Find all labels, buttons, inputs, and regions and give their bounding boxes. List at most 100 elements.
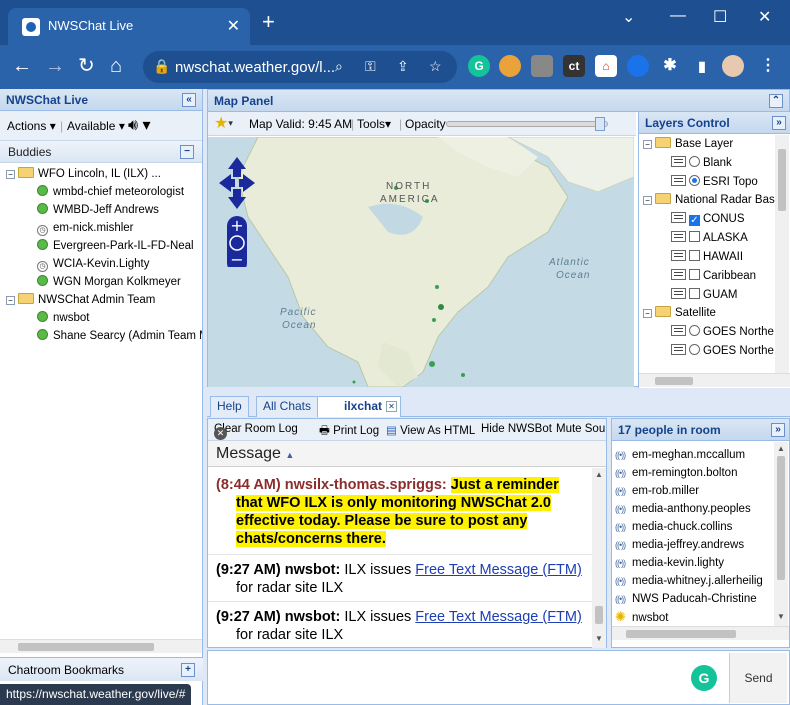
share-icon[interactable]: ⇪ — [397, 58, 409, 75]
layer-caribbean[interactable]: Caribbean — [671, 267, 756, 285]
layer-guam[interactable]: GUAM — [671, 286, 738, 304]
collapse-roster-icon[interactable]: » — [771, 423, 785, 437]
search-icon[interactable]: ⌕ — [335, 58, 343, 75]
checkbox-guam[interactable] — [689, 288, 700, 299]
layer-folder-radar[interactable]: − National Radar Base — [643, 191, 775, 209]
checkbox-caribbean[interactable] — [689, 269, 700, 280]
opacity-slider[interactable] — [446, 117, 608, 131]
roster-person[interactable]: ((•)) media-chuck.collins — [615, 518, 732, 536]
clear-room-log-button[interactable]: ✕ Clear Room Log — [214, 423, 298, 440]
collapse-icon[interactable]: − — [643, 196, 652, 205]
roster-person[interactable]: ((•)) em-rob.miller — [615, 482, 699, 500]
pan-up-icon[interactable] — [228, 157, 246, 177]
buddy-item[interactable]: ◷ WCIA-Kevin.Lighty — [37, 255, 150, 273]
radio-goes-2[interactable] — [689, 344, 700, 355]
message-column-header[interactable]: Message ▲ — [208, 441, 606, 467]
forward-icon[interactable]: → — [45, 54, 65, 78]
map-view[interactable]: NORTH AMERICA Atlantic Ocean Pacific Oce… — [208, 137, 634, 387]
layer-goes-2[interactable]: GOES Northe — [671, 342, 774, 360]
layer-folder-satellite[interactable]: − Satellite — [643, 304, 716, 322]
group-wfo-lincoln[interactable]: − WFO Lincoln, IL (ILX) ... — [6, 165, 161, 183]
house-extension-icon[interactable]: ⌂ — [595, 55, 617, 77]
roster-person[interactable]: ((•)) NWS Paducah-Christine — [615, 590, 757, 608]
tab-help[interactable]: Help — [210, 396, 249, 417]
layer-esri-topo[interactable]: ESRI Topo — [671, 173, 758, 191]
close-window-button[interactable]: ✕ — [758, 7, 771, 27]
scroll-thumb[interactable] — [777, 456, 785, 580]
message-vscrollbar[interactable]: ▲ ▼ — [592, 468, 606, 648]
send-button[interactable]: Send — [729, 653, 787, 703]
layer-goes-1[interactable]: GOES Northe — [671, 323, 774, 341]
layer-hawaii[interactable]: HAWAII — [671, 248, 743, 266]
profile-avatar[interactable] — [722, 55, 744, 77]
key-icon[interactable]: ⚿ — [365, 58, 376, 75]
minimize-button[interactable]: — — [670, 7, 686, 25]
actions-menu[interactable]: Actions ▾ — [7, 119, 56, 133]
opacity-slider-thumb[interactable] — [595, 117, 605, 131]
layer-blank[interactable]: Blank — [671, 154, 732, 172]
buddy-item[interactable]: wmbd-chief meteorologist — [37, 183, 184, 201]
buddy-item[interactable]: ◷ em-nick.mishler — [37, 219, 134, 237]
roster-person[interactable]: ((•)) media-kevin.lighty — [615, 554, 724, 572]
roster-person[interactable]: ((•)) em-meghan.mccallum — [615, 446, 745, 464]
expand-bookmarks-icon[interactable]: + — [181, 663, 195, 677]
checkbox-conus[interactable]: ✓ — [689, 215, 700, 226]
ct-extension-icon[interactable]: ct — [563, 55, 585, 77]
layer-conus[interactable]: ✓ CONUS — [671, 210, 745, 228]
scroll-thumb[interactable] — [655, 377, 693, 385]
scroll-thumb[interactable] — [778, 149, 786, 211]
volume-icon[interactable]: 🔊︎ ▾ — [128, 115, 151, 135]
scroll-thumb[interactable] — [626, 630, 736, 638]
roster-person[interactable]: ((•)) em-remington.bolton — [615, 464, 737, 482]
roster-person[interactable]: ✺ nwsbot — [615, 608, 668, 626]
pan-right-icon[interactable] — [239, 174, 255, 192]
grammarly-icon[interactable]: G — [691, 665, 717, 691]
layers-vscrollbar[interactable] — [775, 135, 789, 373]
tab-search-icon[interactable]: ⌄ — [622, 7, 635, 27]
maximize-button[interactable]: ☐ — [713, 7, 727, 27]
collapse-icon[interactable]: − — [6, 170, 15, 179]
tools-menu[interactable]: Tools▾ — [357, 117, 391, 131]
collapse-layers-icon[interactable]: » — [772, 116, 786, 130]
pan-left-icon[interactable] — [219, 174, 235, 192]
new-tab-button[interactable]: + — [262, 11, 275, 33]
hide-nwsbot-button[interactable]: Hide NWSBot — [481, 423, 552, 435]
close-tab-icon[interactable]: ✕ — [386, 401, 397, 412]
message-input[interactable] — [210, 653, 718, 702]
tab-all-chats[interactable]: All Chats — [256, 396, 319, 417]
roster-vscrollbar[interactable]: ▲ ▼ — [774, 442, 788, 626]
roster-person[interactable]: ((•)) media-jeffrey.andrews — [615, 536, 744, 554]
view-html-button[interactable]: ▤ View As HTML — [386, 423, 475, 437]
zoom-out-icon[interactable]: − — [230, 250, 243, 269]
buddy-item[interactable]: WGN Morgan Kolkmeyer — [37, 273, 181, 291]
group-admin-team[interactable]: − NWSChat Admin Team — [6, 291, 155, 309]
zoom-in-icon[interactable]: + — [230, 216, 243, 235]
sync-extension-icon[interactable] — [627, 55, 649, 77]
ftm-link[interactable]: Free Text Message (FTM) — [415, 609, 582, 625]
radio-blank[interactable] — [689, 156, 700, 167]
back-icon[interactable]: ← — [12, 54, 32, 78]
radio-esri-topo[interactable] — [689, 175, 700, 186]
buddy-item[interactable]: WMBD-Jeff Andrews — [37, 201, 159, 219]
star-menu-icon[interactable]: ★ ▾ — [214, 113, 233, 133]
roster-person[interactable]: ((•)) media-anthony.peoples — [615, 500, 751, 518]
lock-icon[interactable]: 🔒 — [153, 58, 170, 75]
scroll-thumb[interactable] — [18, 643, 154, 651]
clipboard-extension-icon[interactable] — [531, 55, 553, 77]
radio-goes-1[interactable] — [689, 325, 700, 336]
menu-kebab-icon[interactable]: ⋮ — [757, 55, 779, 77]
layers-hscrollbar[interactable] — [639, 373, 790, 387]
grammarly-extension-icon[interactable]: G — [468, 55, 490, 77]
mute-sound-button[interactable]: Mute Sour — [556, 423, 606, 435]
scroll-up-icon[interactable]: ▲ — [777, 444, 785, 453]
collapse-buddies-icon[interactable]: − — [180, 145, 194, 159]
checkbox-alaska[interactable] — [689, 231, 700, 242]
address-bar[interactable]: 🔒 nwschat.weather.gov/l... ⌕ ⚿ ⇪ ☆ — [143, 51, 457, 83]
layer-alaska[interactable]: ALASKA — [671, 229, 748, 247]
checkbox-hawaii[interactable] — [689, 250, 700, 261]
scroll-down-icon[interactable]: ▼ — [595, 634, 603, 643]
collapse-left-icon[interactable]: « — [182, 93, 196, 107]
ftm-link[interactable]: Free Text Message (FTM) — [415, 562, 582, 578]
buddy-item[interactable]: Evergreen-Park-IL-FD-Neal — [37, 237, 194, 255]
close-tab-icon[interactable]: ✕ — [227, 16, 240, 36]
